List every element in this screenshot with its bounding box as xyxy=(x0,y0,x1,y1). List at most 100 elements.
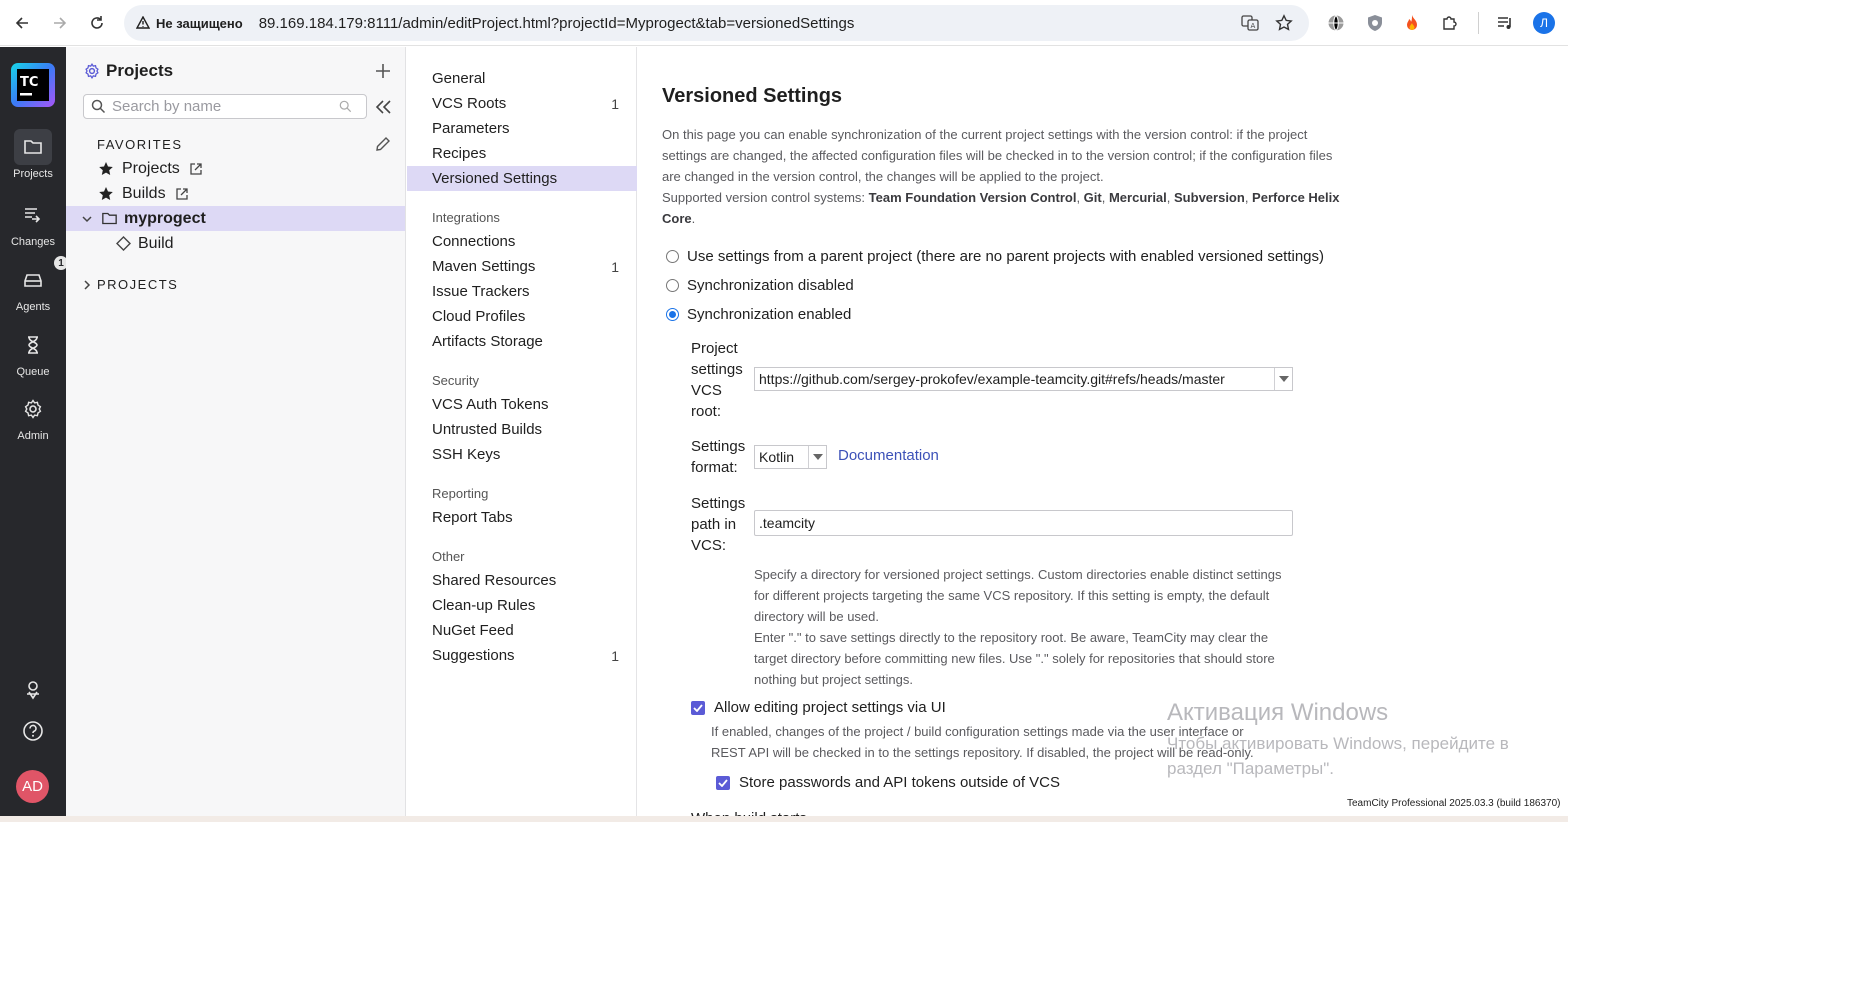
menu-item-ssh-keys[interactable]: SSH Keys xyxy=(407,442,637,467)
forward-icon[interactable] xyxy=(46,9,74,37)
settings-path-input[interactable] xyxy=(754,510,1293,536)
edit-favorites-icon[interactable] xyxy=(375,136,391,152)
checkbox-checked-icon[interactable] xyxy=(716,775,730,790)
external-link-icon[interactable] xyxy=(189,162,203,176)
favorite-projects[interactable]: Projects xyxy=(66,156,405,181)
hints-icon[interactable] xyxy=(18,675,48,705)
intro-text: On this page you can enable synchronizat… xyxy=(662,127,1340,226)
projects-section-toggle[interactable]: PROJECTS xyxy=(66,272,405,297)
back-icon[interactable] xyxy=(8,9,36,37)
path-help-text: Specify a directory for versioned projec… xyxy=(754,567,1282,624)
menu-item-nuget-feed[interactable]: NuGet Feed xyxy=(407,618,637,643)
rail-item-admin[interactable]: Admin xyxy=(0,391,66,442)
external-link-icon[interactable] xyxy=(175,187,189,201)
radio-sync-disabled[interactable]: Synchronization disabled xyxy=(666,277,854,294)
menu-item-artifacts-storage[interactable]: Artifacts Storage xyxy=(407,329,637,354)
extensions-puzzle-icon[interactable] xyxy=(1436,9,1464,37)
vcs-root-select[interactable]: https://github.com/sergey-prokofev/examp… xyxy=(754,367,1293,391)
menu-item-label: SSH Keys xyxy=(432,446,501,463)
add-project-icon[interactable] xyxy=(373,61,393,81)
allow-ui-editing-checkbox[interactable]: Allow editing project settings via UI xyxy=(691,699,946,716)
vcs-system: Team Foundation Version Control xyxy=(868,190,1077,205)
url-text: 89.169.184.179:8111/admin/editProject.ht… xyxy=(258,14,855,32)
menu-item-label: Issue Trackers xyxy=(432,283,530,300)
rail-item-changes[interactable]: Changes xyxy=(0,197,66,248)
radio-button[interactable] xyxy=(666,250,679,263)
favorite-builds[interactable]: Builds xyxy=(66,181,405,206)
extension-globe-icon[interactable] xyxy=(1322,9,1350,37)
menu-item-general[interactable]: General xyxy=(407,66,637,91)
menu-item-shared-resources[interactable]: Shared Resources xyxy=(407,568,637,593)
projects-section-label: PROJECTS xyxy=(97,277,179,292)
rail-item-queue[interactable]: Queue xyxy=(0,327,66,378)
rail-item-projects[interactable]: Projects xyxy=(0,129,66,180)
tree-item-myprogect[interactable]: myprogect xyxy=(66,206,405,231)
format-select[interactable]: Kotlin xyxy=(754,445,827,469)
radio-use-parent[interactable]: Use settings from a parent project (ther… xyxy=(666,248,1324,265)
menu-section-security: Security xyxy=(432,373,479,388)
hourglass-icon xyxy=(14,327,52,363)
menu-item-report-tabs[interactable]: Report Tabs xyxy=(407,505,637,530)
checkbox-checked-icon[interactable] xyxy=(691,700,705,715)
documentation-link[interactable]: Documentation xyxy=(838,447,939,464)
warning-icon xyxy=(136,16,150,29)
extension-shield-icon[interactable] xyxy=(1361,9,1389,37)
translate-icon[interactable]: A xyxy=(1237,10,1263,36)
path-help-text: Enter "." to save settings directly to t… xyxy=(754,630,1275,687)
vcs-root-value: https://github.com/sergey-prokofev/examp… xyxy=(759,371,1225,387)
menu-item-untrusted-builds[interactable]: Untrusted Builds xyxy=(407,417,637,442)
reload-icon[interactable] xyxy=(83,9,111,37)
menu-item-vcs-auth-tokens[interactable]: VCS Auth Tokens xyxy=(407,392,637,417)
menu-item-versioned-settings[interactable]: Versioned Settings xyxy=(407,166,637,191)
watermark-title: Активация Windows xyxy=(1167,699,1389,726)
profile-avatar[interactable]: Л xyxy=(1533,12,1555,34)
tree-item-build[interactable]: Build xyxy=(66,231,405,256)
radio-label: Use settings from a parent project (ther… xyxy=(687,248,1325,265)
supported-prefix: Supported version control systems: xyxy=(662,190,866,205)
menu-item-suggestions[interactable]: Suggestions 1 xyxy=(407,643,637,668)
menu-item-parameters[interactable]: Parameters xyxy=(407,116,637,141)
help-icon[interactable] xyxy=(18,716,48,746)
menu-item-label: Cloud Profiles xyxy=(432,308,526,325)
menu-item-connections[interactable]: Connections xyxy=(407,229,637,254)
menu-item-label: Report Tabs xyxy=(432,509,513,526)
menu-item-recipes[interactable]: Recipes xyxy=(407,141,637,166)
radio-sync-enabled[interactable]: Synchronization enabled xyxy=(666,306,851,323)
collapse-sidebar-icon[interactable] xyxy=(375,99,393,115)
menu-item-vcs-roots[interactable]: VCS Roots 1 xyxy=(407,91,637,116)
menu-item-label: VCS Roots xyxy=(432,95,507,112)
vcs-system: Subversion xyxy=(1174,190,1245,205)
rail-item-agents[interactable]: 1 Agents xyxy=(0,256,68,313)
folder-icon xyxy=(100,210,118,228)
teamcity-logo[interactable]: TC xyxy=(11,63,55,107)
store-passwords-checkbox[interactable]: Store passwords and API tokens outside o… xyxy=(716,774,1060,791)
menu-item-maven-settings[interactable]: Maven Settings 1 xyxy=(407,254,637,279)
radio-button[interactable] xyxy=(666,279,679,292)
app-rail: TC Projects Changes 1 Agents Queue Admin xyxy=(0,47,68,822)
radio-button[interactable] xyxy=(666,308,679,321)
chevron-down-icon[interactable] xyxy=(78,210,96,228)
menu-item-clean-up-rules[interactable]: Clean-up Rules xyxy=(407,593,637,618)
address-bar[interactable]: Не защищено 89.169.184.179:8111/admin/ed… xyxy=(124,5,1309,41)
rail-item-label: Admin xyxy=(17,430,49,442)
search-submit-icon[interactable] xyxy=(339,100,352,113)
user-avatar[interactable]: AD xyxy=(16,770,49,803)
search-input[interactable] xyxy=(112,98,342,115)
menu-item-issue-trackers[interactable]: Issue Trackers xyxy=(407,279,637,304)
menu-item-label: Connections xyxy=(432,233,516,250)
radio-label: Synchronization enabled xyxy=(687,306,852,323)
project-settings-menu: General VCS Roots 1 Parameters Recipes Ve… xyxy=(407,47,637,822)
menu-item-label: Untrusted Builds xyxy=(432,421,543,438)
build-label: Build xyxy=(138,234,174,252)
security-chip[interactable]: Не защищено xyxy=(134,10,253,36)
menu-item-cloud-profiles[interactable]: Cloud Profiles xyxy=(407,304,637,329)
extension-fire-icon[interactable] xyxy=(1398,9,1426,37)
rail-item-label: Changes xyxy=(10,236,56,248)
media-controls-icon[interactable] xyxy=(1491,9,1519,37)
build-config-icon xyxy=(114,235,132,253)
sidebar-title: Projects xyxy=(106,61,174,80)
menu-item-label: Recipes xyxy=(432,145,487,162)
search-icon xyxy=(91,99,106,114)
path-label: Settings path in VCS: xyxy=(691,495,746,554)
bookmark-star-icon[interactable] xyxy=(1271,10,1297,36)
